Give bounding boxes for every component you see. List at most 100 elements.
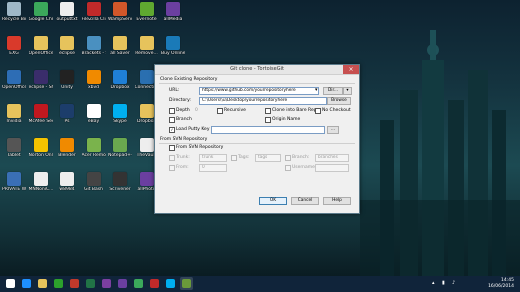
desktop-icon[interactable]: Blender xyxy=(55,138,79,158)
desktop-icon[interactable]: Notepad++ xyxy=(108,138,132,158)
desktop-icon-label: Evernote xyxy=(136,17,157,22)
desktop-icon[interactable]: Unity xyxy=(55,70,79,90)
desktop-icon-label: Unity xyxy=(61,85,73,90)
acer-icon xyxy=(86,138,101,152)
desktop-icon[interactable]: Google Chrome xyxy=(29,2,53,22)
desktop-icon[interactable]: eclipse - Shortcut xyxy=(29,70,53,90)
text-file-icon xyxy=(139,138,154,152)
origin-name-label: Origin Name xyxy=(272,117,301,122)
taskbar-button[interactable] xyxy=(180,277,193,290)
dialog-titlebar[interactable]: Git clone - TortoiseGit × xyxy=(155,65,359,75)
mcafee-icon xyxy=(33,104,48,118)
help-button[interactable]: Help xyxy=(323,197,351,205)
username-input[interactable] xyxy=(315,164,349,172)
desktop-icon[interactable]: Evernote xyxy=(135,2,159,22)
taskbar-button[interactable] xyxy=(68,277,81,290)
ok-button[interactable]: OK xyxy=(259,197,287,205)
desktop-icon[interactable]: FileZilla Client xyxy=(82,2,106,22)
close-icon[interactable]: × xyxy=(343,65,359,74)
depth-value[interactable]: 0 xyxy=(195,108,198,113)
cancel-button[interactable]: Cancel xyxy=(291,197,319,205)
depth-checkbox[interactable] xyxy=(169,108,175,114)
desktop-icon[interactable]: Scrivener xyxy=(108,172,132,192)
from-checkbox[interactable] xyxy=(169,165,175,171)
network-icon[interactable]: ▮ xyxy=(442,280,445,286)
branch-label: Branch xyxy=(176,117,192,122)
text-file-icon xyxy=(33,172,48,186)
desktop-icon[interactable]: Invidia xyxy=(2,104,26,124)
desktop-icon[interactable]: eBay xyxy=(82,104,106,124)
trunk-input[interactable]: trunk xyxy=(199,154,227,162)
username-checkbox[interactable] xyxy=(285,165,291,171)
desktop-icon[interactable]: WampServ... xyxy=(108,2,132,22)
desktop-icon[interactable]: Remove... xyxy=(135,36,159,56)
load-putty-key-checkbox[interactable]: ✓ xyxy=(169,127,175,133)
groove-icon xyxy=(118,279,127,288)
desktop-icon[interactable]: Buy Online xyxy=(161,36,185,56)
volume-icon[interactable]: ♪ xyxy=(452,280,455,286)
tray-arrow-icon[interactable]: ▴ xyxy=(432,280,435,286)
dir-button[interactable]: Dir... xyxy=(323,87,343,95)
desktop-icon[interactable]: Skype xyxy=(108,104,132,124)
desktop-icon[interactable]: Git Bash xyxy=(82,172,106,192)
desktop-icon[interactable]: Dropbox xyxy=(108,70,132,90)
desktop-icon[interactable]: MNNoniC... xyxy=(29,172,53,192)
desktop-icon[interactable]: eclipse xyxy=(55,36,79,56)
folder-icon xyxy=(113,36,127,50)
branch-svn-checkbox[interactable] xyxy=(285,155,291,161)
taskbar-button[interactable] xyxy=(4,277,17,290)
url-dropdown-icon[interactable]: ▾ xyxy=(315,87,318,93)
desktop-icon[interactable]: xbvd xyxy=(82,70,106,90)
dir-dropdown-button[interactable]: ▾ xyxy=(343,87,352,95)
depth-label: Depth xyxy=(176,108,190,113)
desktop-icon-label: Scrivener xyxy=(109,187,131,192)
browse-button[interactable]: Browse xyxy=(327,97,351,105)
taskbar-button[interactable] xyxy=(100,277,113,290)
desktop-icon[interactable]: Tablet xyxy=(2,138,26,158)
desktop-icon[interactable]: OpenOffice 4.1.0 en-G... xyxy=(29,36,53,56)
desktop-icon[interactable]: Norton Online... xyxy=(29,138,53,158)
taskbar-button[interactable] xyxy=(20,277,33,290)
desktop-icon[interactable]: Recycle Bin xyxy=(2,2,26,22)
origin-name-checkbox[interactable] xyxy=(265,117,271,123)
desktop-icon[interactable]: Brackets - Shortcut xyxy=(82,36,106,56)
branch-checkbox[interactable] xyxy=(169,117,175,123)
directory-input[interactable]: C:\Users\\u\Desktop\yourrepositoryhere xyxy=(199,97,327,105)
trunk-checkbox[interactable] xyxy=(169,155,175,161)
url-input[interactable]: https://www.github.com/yourrepositoryher… xyxy=(199,87,319,95)
taskbar-button[interactable] xyxy=(148,277,161,290)
tags-checkbox[interactable] xyxy=(231,155,237,161)
taskbar-button[interactable] xyxy=(84,277,97,290)
desktop-icon[interactable]: outputtxt xyxy=(55,2,79,22)
desktop-icon[interactable]: w8984 xyxy=(55,172,79,192)
desktop-icon[interactable]: Acer Remote Files xyxy=(82,138,106,158)
taskbar-button[interactable] xyxy=(36,277,49,290)
desktop-icon-label: Notepad++ xyxy=(108,153,132,158)
desktop-icon[interactable]: PRIVATE WiFi xyxy=(2,172,26,192)
desktop-icon[interactable]: McAfee Security Sc... xyxy=(29,104,53,124)
desktop-icon-label: Dropbox xyxy=(110,85,130,90)
notepad-icon xyxy=(113,138,127,152)
taskbar-button[interactable] xyxy=(132,277,145,290)
desktop-icon[interactable]: all Saver xyxy=(108,36,132,56)
desktop-icon[interactable]: Ps xyxy=(55,104,79,124)
desktop-icon[interactable]: allMedia xyxy=(161,2,185,22)
taskbar-button[interactable] xyxy=(116,277,129,290)
taskbar-button[interactable] xyxy=(52,277,65,290)
system-clock[interactable]: 14:45 16/06/2014 xyxy=(488,278,514,289)
putty-key-input[interactable] xyxy=(211,126,325,134)
desktop-icon[interactable]: OpenOffice 4.1.0 xyxy=(2,70,26,90)
directory-label: Directory: xyxy=(169,98,191,103)
desktop-icon[interactable]: EXG xyxy=(2,36,26,56)
from-input[interactable]: 0 xyxy=(199,164,227,172)
no-checkout-checkbox[interactable] xyxy=(315,108,321,114)
from-svn-checkbox[interactable] xyxy=(169,145,175,151)
putty-browse-button[interactable]: ... xyxy=(327,126,339,134)
bare-repo-checkbox[interactable] xyxy=(265,108,271,114)
branch-svn-input[interactable]: branches xyxy=(315,154,349,162)
taskbar-button[interactable] xyxy=(164,277,177,290)
tags-input[interactable]: tags xyxy=(255,154,281,162)
load-putty-key-label: Load Putty Key xyxy=(176,127,210,132)
recursive-checkbox[interactable] xyxy=(217,108,223,114)
desktop-icon-label: eBay xyxy=(87,119,100,124)
